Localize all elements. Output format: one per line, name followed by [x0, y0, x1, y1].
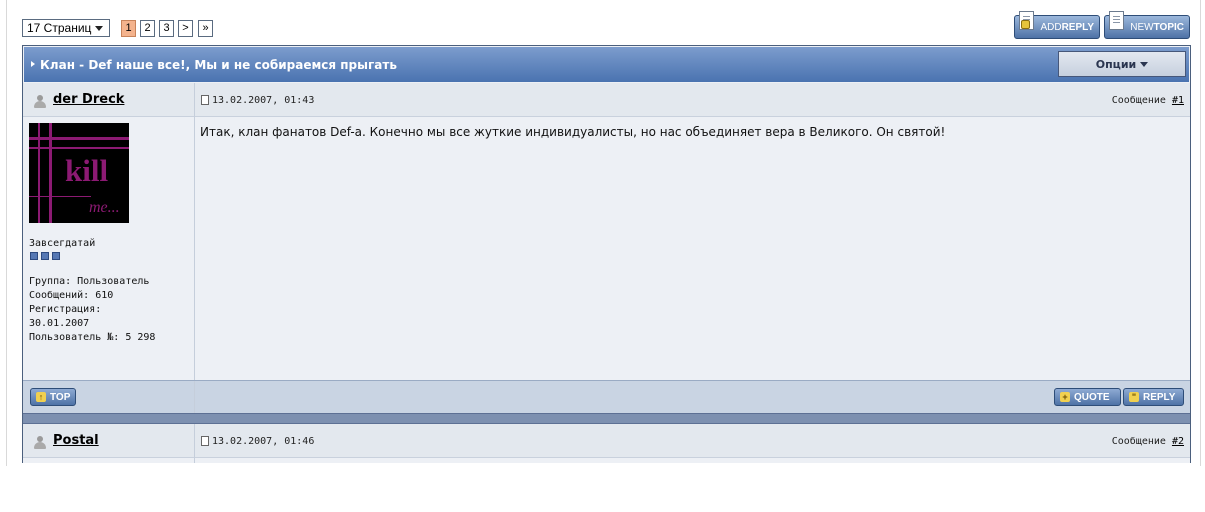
- user-rank: Завсегдатай: [29, 238, 96, 249]
- post-header-row: der Dreck 13.02.2007, 01:43 Сообщение #1: [23, 83, 1190, 117]
- avatar-text: kill: [65, 153, 109, 188]
- post-number-link[interactable]: #1: [1172, 95, 1184, 106]
- quote-label: QUOTE: [1074, 391, 1110, 403]
- avatar-subtext: me...: [89, 199, 120, 216]
- page-link[interactable]: 3: [159, 20, 174, 37]
- column-divider: [194, 83, 195, 380]
- pages-dropdown[interactable]: 17 Страниц: [22, 19, 110, 37]
- user-details: Группа: Пользователь Сообщений: 610 Реги…: [29, 275, 155, 345]
- top-label: TOP: [50, 391, 71, 403]
- user-number: Пользователь №: 5 298: [29, 332, 156, 343]
- topic-title: Клан - Def наше все!, Мы и не собираемся…: [40, 58, 397, 72]
- new-topic-label-1: NEW: [1130, 21, 1154, 33]
- post-date: 13.02.2007, 01:43: [212, 95, 315, 106]
- left-border: [6, 0, 7, 466]
- user-registration-date: 30.01.2007: [29, 318, 90, 329]
- post-header-row: Postal 13.02.2007, 01:46 Сообщение #2: [23, 424, 1190, 458]
- post-number-link[interactable]: #2: [1172, 436, 1184, 447]
- new-topic-label-2: TOPIC: [1153, 21, 1184, 33]
- quote-icon: ": [1129, 392, 1139, 402]
- options-label: Опции: [1095, 57, 1137, 71]
- add-reply-button[interactable]: ADD REPLY: [1014, 11, 1100, 39]
- column-divider: [194, 424, 195, 463]
- page-last-link[interactable]: »: [198, 20, 213, 37]
- page-next-link[interactable]: >: [178, 20, 193, 37]
- post-number: Сообщение #2: [1112, 436, 1184, 447]
- reply-button[interactable]: " REPLY: [1123, 388, 1184, 406]
- rank-pip: [41, 252, 49, 260]
- quote-button[interactable]: + QUOTE: [1054, 388, 1121, 406]
- post-footer-row: ↑ TOP + QUOTE " REPLY: [23, 380, 1190, 414]
- post-icon: [201, 95, 209, 105]
- right-border: [1200, 0, 1201, 466]
- reply-label: REPLY: [1143, 391, 1176, 403]
- doc-plus-icon: [1019, 11, 1034, 30]
- top-button[interactable]: ↑ TOP: [30, 388, 77, 406]
- topic-table: Клан - Def наше все!, Мы и не собираемся…: [22, 45, 1191, 463]
- post-body: Итак, клан фанатов Def-а. Конечно мы все…: [200, 125, 946, 139]
- rank-pip: [30, 252, 38, 260]
- arrow-right-icon: [31, 61, 35, 67]
- page-link-current[interactable]: 1: [121, 20, 136, 37]
- post-number: Сообщение #1: [1112, 95, 1184, 106]
- page-link[interactable]: 2: [140, 20, 155, 37]
- rank-pip: [52, 252, 60, 260]
- post-number-label: Сообщение: [1111, 95, 1166, 106]
- user-icon: [34, 436, 46, 449]
- caret-down-icon: [1140, 61, 1149, 67]
- add-reply-label-2: REPLY: [1061, 21, 1094, 33]
- pages-dropdown-label: 17 Страниц: [27, 21, 92, 35]
- username-link[interactable]: Postal: [53, 433, 99, 448]
- caret-down-icon: [95, 25, 104, 31]
- post-date: 13.02.2007, 01:46: [212, 436, 315, 447]
- doc-icon: [1109, 11, 1124, 30]
- add-reply-label-1: ADD: [1040, 21, 1062, 33]
- plus-icon: +: [1060, 392, 1070, 402]
- post-number-label: Сообщение: [1111, 436, 1166, 447]
- arrow-up-icon: ↑: [36, 392, 46, 402]
- options-button[interactable]: Опции: [1058, 51, 1186, 77]
- username-link[interactable]: der Dreck: [53, 92, 124, 107]
- user-messages: Сообщений: 610: [29, 290, 114, 301]
- user-registration-label: Регистрация:: [29, 304, 102, 315]
- avatar: kill me...: [29, 123, 129, 223]
- new-topic-button[interactable]: NEW TOPIC: [1104, 11, 1190, 39]
- column-divider: [194, 381, 195, 414]
- topic-header: Клан - Def наше все!, Мы и не собираемся…: [24, 47, 1189, 82]
- post-icon: [201, 436, 209, 446]
- user-group: Группа: Пользователь: [29, 276, 150, 287]
- user-icon: [34, 95, 46, 108]
- post-separator: [23, 413, 1190, 424]
